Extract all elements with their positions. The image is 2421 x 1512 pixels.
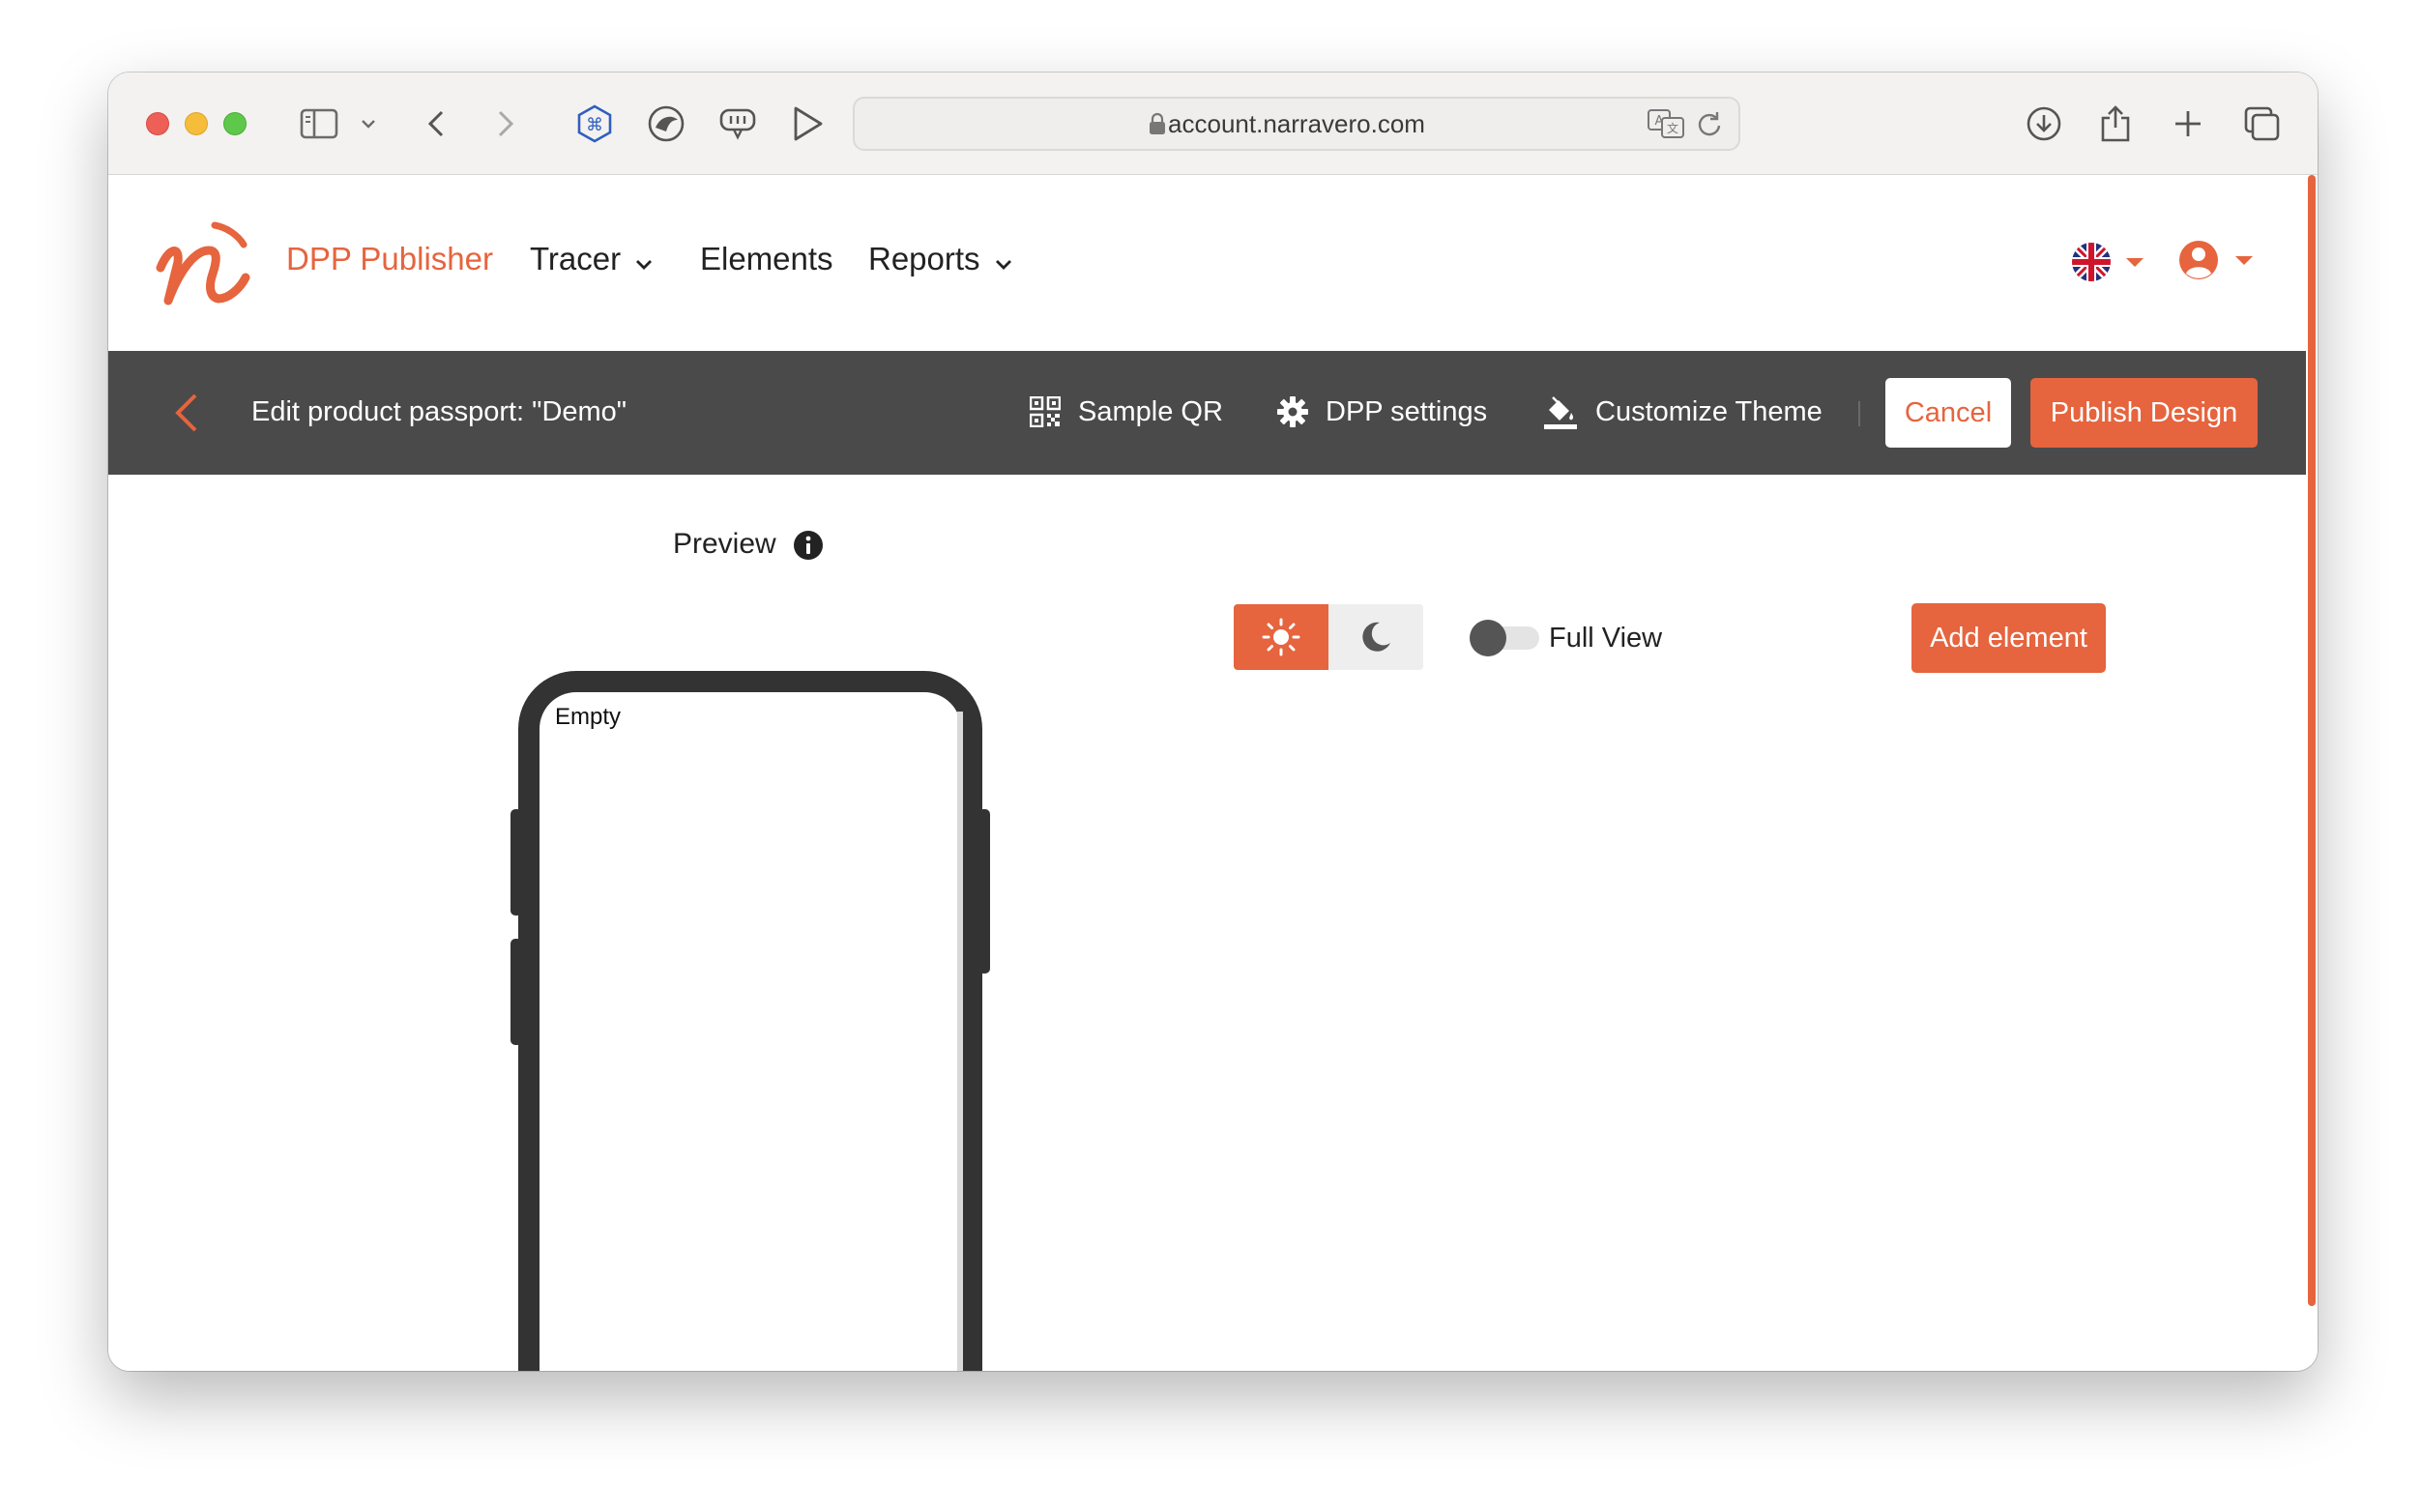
chevron-down-icon[interactable] <box>358 103 379 144</box>
share-icon[interactable] <box>2096 103 2135 144</box>
new-tab-icon[interactable] <box>2170 103 2206 144</box>
nav-dpp-publisher[interactable]: DPP Publisher <box>286 237 493 281</box>
customize-theme-button[interactable]: Customize Theme <box>1543 390 1823 434</box>
dpp-settings-label: DPP settings <box>1326 396 1488 427</box>
play-icon[interactable] <box>789 103 826 144</box>
edit-toolbar: Edit product passport: "Demo" Sample QR <box>108 351 2306 475</box>
nav-elements[interactable]: Elements <box>700 237 833 281</box>
nav-tracer-label: Tracer <box>530 241 622 276</box>
paint-bucket-icon <box>1544 396 1577 429</box>
dpp-settings-button[interactable]: DPP settings <box>1277 390 1487 434</box>
page: DPP Publisher Tracer Elements Reports Ed… <box>108 175 2306 1371</box>
back-icon[interactable] <box>422 103 451 144</box>
switch-knob <box>1470 620 1506 656</box>
full-view-switch[interactable] <box>1470 620 1541 656</box>
svg-text:⌘: ⌘ <box>586 115 603 135</box>
toolbar-divider <box>1858 401 1860 426</box>
nav-tracer[interactable]: Tracer <box>530 237 654 281</box>
browser-toolbar: ⌘ account.narravero.com A文 <box>108 73 2318 175</box>
extension-chat-icon[interactable] <box>717 103 758 144</box>
download-icon[interactable] <box>2025 103 2063 144</box>
nav-reports[interactable]: Reports <box>868 237 1013 281</box>
sun-icon <box>1262 618 1300 656</box>
phone-screen-edge <box>957 712 963 1371</box>
theme-mode-toggle <box>1234 604 1423 670</box>
language-selector[interactable] <box>2072 241 2149 288</box>
scrollbar-thumb[interactable] <box>2308 175 2316 1306</box>
close-window-button[interactable] <box>146 112 169 135</box>
edit-title: Edit product passport: "Demo" <box>251 396 627 427</box>
zoom-window-button[interactable] <box>223 112 247 135</box>
tabs-overview-icon[interactable] <box>2241 103 2282 144</box>
nav-reports-label: Reports <box>868 241 980 276</box>
page-scrollbar[interactable] <box>2306 175 2318 1371</box>
sidebar-icon[interactable] <box>298 103 340 144</box>
uk-flag-icon <box>2072 243 2111 281</box>
sample-qr-button[interactable]: Sample QR <box>1030 390 1223 434</box>
sample-qr-label: Sample QR <box>1078 396 1223 427</box>
customize-theme-label: Customize Theme <box>1595 396 1823 427</box>
light-mode-button[interactable] <box>1234 604 1328 670</box>
reload-icon[interactable] <box>1696 110 1723 142</box>
full-view-label: Full View <box>1549 623 1663 654</box>
browser-window: ⌘ account.narravero.com A文 DPP Publisher… <box>108 73 2318 1371</box>
phone-preview-frame: Empty <box>518 671 982 1371</box>
info-icon[interactable] <box>793 530 824 566</box>
forward-icon[interactable] <box>491 103 520 144</box>
cancel-button[interactable]: Cancel <box>1885 378 2011 448</box>
dark-mode-button[interactable] <box>1328 604 1423 670</box>
chevron-down-icon <box>994 239 1013 283</box>
narravero-logo[interactable] <box>155 221 251 313</box>
extension-bird-icon[interactable] <box>646 103 686 144</box>
address-bar[interactable]: account.narravero.com A文 <box>853 97 1740 151</box>
extension-command-icon[interactable]: ⌘ <box>574 103 615 144</box>
desktop: ⌘ account.narravero.com A文 DPP Publisher… <box>0 0 2421 1512</box>
minimize-window-button[interactable] <box>185 112 208 135</box>
back-chevron-icon[interactable] <box>172 392 201 439</box>
add-element-button[interactable]: Add element <box>1911 603 2106 673</box>
account-menu[interactable] <box>2177 237 2261 288</box>
preview-heading: Preview <box>673 528 776 560</box>
publish-design-button[interactable]: Publish Design <box>2030 378 2258 448</box>
url-text: account.narravero.com <box>1168 109 1425 138</box>
moon-icon <box>1362 622 1390 652</box>
chevron-down-icon <box>634 239 654 283</box>
preview-empty-text: Empty <box>555 704 622 730</box>
svg-text:文: 文 <box>1667 121 1678 135</box>
qr-code-icon <box>1030 396 1061 427</box>
user-circle-icon <box>2179 241 2218 279</box>
top-nav: DPP Publisher Tracer Elements Reports <box>108 175 2306 351</box>
translate-icon[interactable]: A文 <box>1648 109 1684 143</box>
gear-icon <box>1277 396 1308 427</box>
